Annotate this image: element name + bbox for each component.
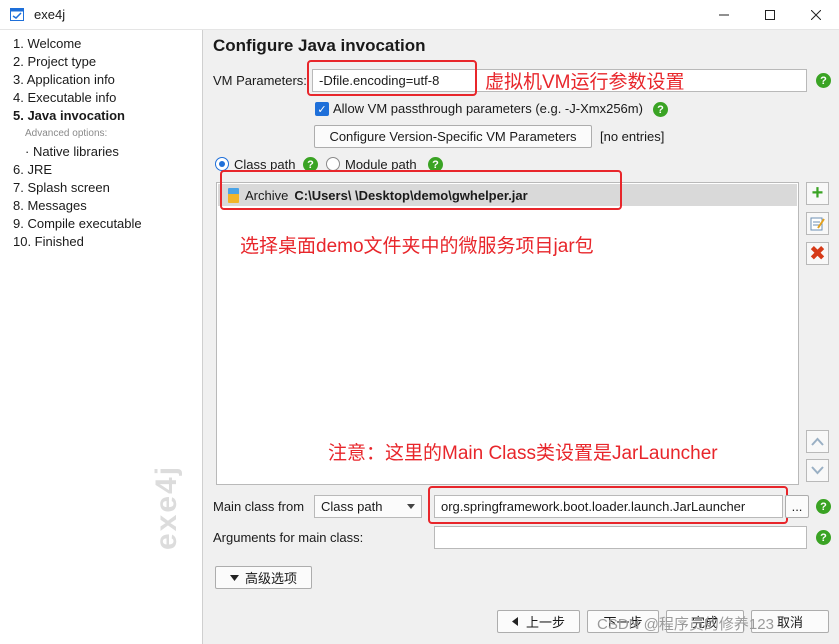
main-class-label: Main class from [213,499,305,514]
help-icon[interactable]: ? [653,102,668,117]
minimize-icon [719,14,729,16]
step-messages[interactable]: 8. Messages [13,198,87,213]
step-compile-executable[interactable]: 9. Compile executable [13,216,142,231]
edit-entry-button[interactable] [806,212,829,235]
main-class-annotation-box [428,486,788,524]
step-executable-info[interactable]: 4. Executable info [13,90,116,105]
page-title: Configure Java invocation [213,36,426,55]
app-icon [10,8,24,21]
step-jre[interactable]: 6. JRE [13,162,52,177]
wizard-sidebar: 1. Welcome 2. Project type 3. Applicatio… [0,30,203,644]
jar-annotation-box [220,170,622,210]
allow-vm-passthrough-label: Allow VM passthrough parameters (e.g. -J… [333,101,643,116]
csdn-watermark: CSDN @程序员的修养123 [597,616,774,633]
triangle-left-icon [511,617,518,626]
move-down-button[interactable] [806,459,829,482]
window-title: exe4j [34,7,66,22]
chevron-down-icon [407,504,415,509]
step-finished[interactable]: 10. Finished [13,234,84,249]
step-application-info[interactable]: 3. Application info [13,72,115,87]
arrow-up-icon [811,437,824,446]
module-path-radio[interactable] [326,157,340,171]
edit-icon [810,217,825,231]
vm-annotation-box [307,60,477,96]
help-icon[interactable]: ? [816,73,831,88]
remove-entry-button[interactable]: ✖ [806,242,829,265]
triangle-down-icon [229,574,239,581]
delete-icon: ✖ [809,243,826,265]
back-label: 上一步 [525,615,565,630]
plus-icon: + [811,182,824,204]
vm-params-label: VM Parameters: [213,73,307,88]
jar-annotation-text: 选择桌面demo文件夹中的微服务项目jar包 [240,236,594,257]
maximize-icon [765,10,775,20]
help-icon[interactable]: ? [816,499,831,514]
main-class-source-value: Class path [321,499,383,514]
step-native-libraries[interactable]: · Native libraries [25,144,119,159]
arrow-down-icon [811,466,824,475]
move-up-button[interactable] [806,430,829,453]
advanced-options-button[interactable]: 高级选项 [215,566,312,589]
no-entries-label: [no entries] [600,129,665,144]
main-panel: Configure Java invocation VM Parameters:… [204,30,839,644]
title-bar: exe4j [0,0,839,30]
step-project-type[interactable]: 2. Project type [13,54,96,69]
maximize-button[interactable] [747,0,793,30]
configure-version-specific-button[interactable]: Configure Version-Specific VM Parameters [314,125,592,148]
advanced-options-heading: Advanced options: [25,128,108,139]
main-class-source-select[interactable]: Class path [314,495,422,518]
step-splash-screen[interactable]: 7. Splash screen [13,180,110,195]
arguments-label: Arguments for main class: [213,530,364,545]
main-class-annotation-text: 注意：这里的Main Class类设置是JarLauncher [328,443,718,464]
arguments-input[interactable] [434,526,807,549]
advanced-options-label: 高级选项 [244,571,297,586]
close-button[interactable] [793,0,839,30]
add-entry-button[interactable]: + [806,182,829,205]
step-java-invocation[interactable]: 5. Java invocation [13,108,125,123]
close-icon [811,10,821,20]
vm-annotation-text: 虚拟机VM运行参数设置 [485,72,685,93]
exe4j-watermark: exe4j [150,464,183,550]
step-welcome[interactable]: 1. Welcome [13,36,81,51]
minimize-button[interactable] [701,0,747,30]
class-path-radio[interactable] [215,157,229,171]
back-button[interactable]: 上一步 [497,610,580,633]
allow-vm-passthrough-checkbox[interactable]: ✓ [315,102,329,116]
browse-button[interactable]: ... [785,495,809,518]
cancel-label: 取消 [776,615,803,630]
help-icon[interactable]: ? [816,530,831,545]
